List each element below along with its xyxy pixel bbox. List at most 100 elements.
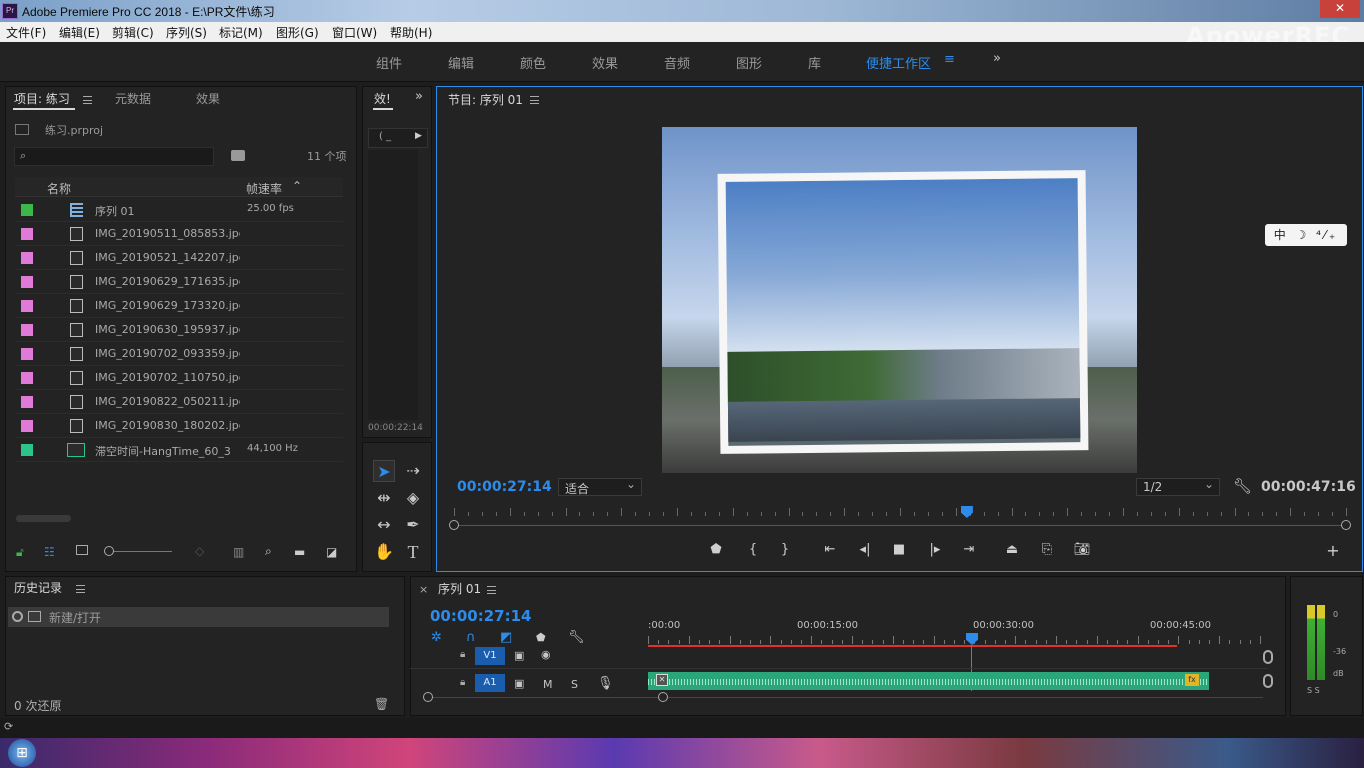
ripple-edit-tool-icon[interactable]: ⇹ — [373, 487, 395, 509]
snap-icon[interactable]: ✲ — [431, 630, 442, 645]
timeline-menu-icon[interactable] — [487, 586, 496, 594]
new-item-icon[interactable]: ◪ — [326, 545, 337, 559]
pen-tool-icon[interactable]: ✒ — [402, 514, 424, 536]
workspace-tab-assembly[interactable]: 组件 — [376, 53, 402, 72]
export-frame-camera-icon[interactable]: 📷︎ — [1072, 542, 1092, 557]
column-name[interactable]: 名称 — [47, 180, 71, 197]
expand-panels-icon[interactable]: » — [415, 89, 423, 104]
sort-icon[interactable]: ◇ — [195, 544, 204, 558]
add-marker-icon[interactable]: ⬟ — [706, 542, 726, 557]
zoom-slider[interactable] — [106, 551, 172, 552]
close-sequence-icon[interactable]: × — [419, 583, 428, 596]
project-list-item[interactable]: IMG_20190822_050211.jpg — [15, 390, 343, 414]
project-list-item[interactable]: IMG_20190629_173320.jpg — [15, 294, 343, 318]
label-color-swatch[interactable] — [21, 276, 33, 288]
track-select-tool-icon[interactable]: ⇢ — [402, 460, 424, 482]
scrub-end-handle[interactable] — [1341, 520, 1351, 530]
menu-marker[interactable]: 标记(M) — [219, 24, 263, 41]
type-tool-icon[interactable]: T — [402, 541, 424, 563]
zoom-handle-right[interactable] — [658, 692, 668, 702]
new-bin-icon[interactable]: ▬ — [294, 545, 305, 559]
mark-out-icon[interactable]: } — [775, 542, 795, 557]
mark-in-icon[interactable]: { — [743, 542, 763, 557]
lock-track-icon[interactable]: 🔒︎ — [460, 649, 465, 660]
workspace-menu-icon[interactable]: ≡ — [944, 52, 955, 67]
menu-edit[interactable]: 编辑(E) — [59, 24, 100, 41]
audio-clip[interactable]: ✕ fx — [648, 672, 1209, 690]
project-list-item[interactable]: IMG_20190629_171635.jpg — [15, 270, 343, 294]
history-title[interactable]: 历史记录 — [14, 579, 62, 596]
search-icon[interactable]: ⌕ — [265, 544, 272, 559]
program-current-timecode[interactable]: 00:00:27:14 — [457, 479, 552, 495]
linked-selection-icon[interactable]: ∩ — [466, 630, 476, 645]
lock-track-icon[interactable]: 🔒︎ — [460, 677, 465, 688]
settings-wrench-icon[interactable]: 🔧︎ — [1233, 477, 1252, 495]
label-color-swatch[interactable] — [21, 204, 33, 216]
lift-icon[interactable]: ⏏ — [1002, 542, 1022, 557]
menu-window[interactable]: 窗口(W) — [332, 24, 377, 41]
menu-file[interactable]: 文件(F) — [6, 24, 46, 41]
label-color-swatch[interactable] — [21, 420, 33, 432]
more-workspaces-icon[interactable]: » — [993, 51, 1001, 66]
project-list-item[interactable]: 滞空时间-HangTime_60_3 44,100 Hz — [15, 438, 343, 462]
timeline-ruler[interactable] — [648, 636, 1261, 644]
label-color-swatch[interactable] — [21, 348, 33, 360]
solo-track-button[interactable]: S — [571, 678, 578, 691]
program-scrub-bar[interactable] — [454, 525, 1346, 526]
menu-graphics[interactable]: 图形(G) — [276, 24, 319, 41]
playback-resolution-select[interactable]: 1/2 — [1136, 477, 1220, 496]
workspace-tab-color[interactable]: 颜色 — [520, 53, 546, 72]
trash-icon[interactable]: 🗑︎ — [374, 697, 389, 711]
toggle-output-eye-icon[interactable]: ◉ — [541, 648, 551, 661]
project-list-item[interactable]: IMG_20190702_093359.jpg — [15, 342, 343, 366]
automate-icon[interactable]: ▥ — [233, 545, 244, 559]
workspace-tab-audio[interactable]: 音频 — [664, 53, 690, 72]
label-color-swatch[interactable] — [21, 372, 33, 384]
go-to-out-icon[interactable]: ⇥ — [959, 542, 979, 557]
project-horizontal-scrollbar[interactable] — [16, 515, 71, 522]
workspace-tab-graphics[interactable]: 图形 — [736, 53, 762, 72]
program-monitor-title[interactable]: 节目: 序列 01 — [448, 91, 523, 108]
label-color-swatch[interactable] — [21, 228, 33, 240]
timeline-current-timecode[interactable]: 00:00:27:14 — [430, 607, 532, 625]
workspace-tab-editing[interactable]: 编辑 — [448, 53, 474, 72]
audio-fx-badge[interactable]: fx — [1185, 674, 1199, 686]
effect-preview-header[interactable]: ( _ ▶ — [368, 128, 428, 148]
program-panel-menu-icon[interactable] — [530, 96, 539, 104]
project-list-item[interactable]: 序列 01 25.00 fps — [15, 198, 343, 222]
zoom-fit-select[interactable]: 适合 — [558, 477, 642, 496]
track-height-toggle-icon[interactable] — [1263, 650, 1273, 664]
track-height-toggle-icon[interactable] — [1263, 674, 1273, 688]
voiceover-mic-icon[interactable]: 🎙︎ — [597, 676, 614, 691]
timeline-zoom-scrollbar[interactable] — [427, 697, 1263, 698]
project-search-input[interactable]: ⌕ — [14, 147, 214, 166]
tab-project[interactable]: 项目: 练习 — [14, 90, 70, 107]
program-time-ruler[interactable] — [454, 508, 1347, 520]
mute-track-button[interactable]: M — [543, 678, 553, 691]
icon-view-icon[interactable] — [76, 545, 88, 555]
project-list-item[interactable]: IMG_20190521_142207.jpg — [15, 246, 343, 270]
slip-tool-icon[interactable]: ↔ — [373, 514, 395, 536]
tab-effects[interactable]: 效果 — [196, 90, 220, 107]
project-list-item[interactable]: IMG_20190630_195937.jpg — [15, 318, 343, 342]
toggle-sync-icon[interactable]: ▣ — [514, 649, 524, 662]
razor-tool-icon[interactable]: ◈ — [402, 487, 424, 509]
add-marker-timeline-icon[interactable]: ◩ — [500, 630, 512, 645]
add-button-icon[interactable]: + — [1323, 541, 1343, 560]
hand-tool-icon[interactable]: ✋ — [373, 541, 395, 563]
label-color-swatch[interactable] — [21, 444, 33, 456]
tab-effects-mini[interactable]: 效! — [374, 90, 391, 107]
zoom-handle-left[interactable] — [423, 692, 433, 702]
meter-solo-buttons[interactable]: S S — [1307, 686, 1320, 695]
workspace-tab-libraries[interactable]: 库 — [808, 53, 821, 72]
work-area-bar[interactable] — [648, 645, 1177, 647]
workspace-tab-effects[interactable]: 效果 — [592, 53, 618, 72]
selection-tool-icon[interactable]: ➤ — [373, 460, 395, 482]
menu-sequence[interactable]: 序列(S) — [166, 24, 207, 41]
stop-icon[interactable]: ■ — [889, 542, 909, 557]
label-color-swatch[interactable] — [21, 300, 33, 312]
lock-icon[interactable]: 🔓︎ — [16, 545, 24, 560]
project-panel-menu-icon[interactable] — [83, 96, 92, 104]
project-list-item[interactable]: IMG_20190830_180202.jpg — [15, 414, 343, 438]
workspace-tab-custom[interactable]: 便捷工作区 — [866, 53, 931, 72]
